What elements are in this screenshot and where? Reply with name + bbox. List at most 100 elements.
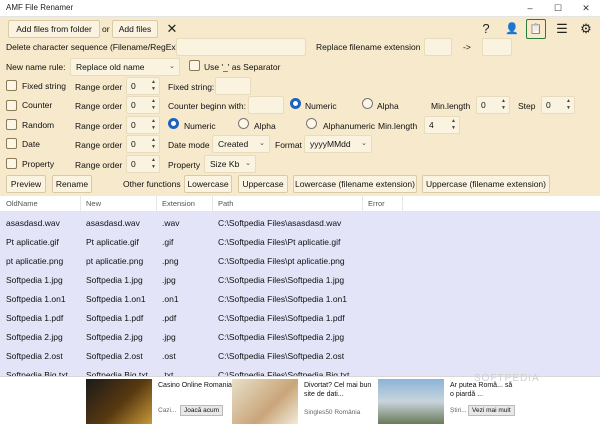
- random-min-length-stepper[interactable]: 4 ▲ ▼: [424, 116, 460, 134]
- ad3-cta-button[interactable]: Vezi mai mult: [468, 405, 515, 416]
- new-cell: Softpedia 1.jpg: [86, 275, 143, 285]
- counter-begin-input[interactable]: [248, 96, 284, 114]
- table-row[interactable]: Softpedia 2.jpg Softpedia 2.jpg .jpg C:\Sof…: [0, 328, 600, 347]
- path-cell: C:\Softpedia Files\asasdasd.wav: [218, 218, 342, 228]
- property-order-stepper[interactable]: 0 ▲ ▼: [126, 155, 160, 173]
- column-divider: [362, 196, 363, 212]
- gear-icon[interactable]: ⚙: [576, 19, 596, 39]
- add-files-from-folder-button[interactable]: Add files from folder: [8, 20, 100, 38]
- table-row[interactable]: Softpedia 1.on1 Softpedia 1.on1 .on1 C:\Sof…: [0, 290, 600, 309]
- ad2-title[interactable]: Divortat? Cel mai bun site de dati...: [304, 381, 374, 399]
- delete-sequence-label: Delete character sequence (Filename/RegE…: [6, 42, 179, 52]
- ad3-source: Știri...: [450, 407, 467, 414]
- property-select-label: Property: [168, 160, 201, 170]
- use-separator-checkbox[interactable]: [189, 60, 200, 71]
- counter-min-length-stepper[interactable]: 0 ▲ ▼: [476, 96, 510, 114]
- news-ad-image[interactable]: [378, 379, 444, 424]
- preview-button[interactable]: Preview: [6, 175, 46, 193]
- old-extension-input[interactable]: [424, 38, 452, 56]
- ad1-cta-button[interactable]: Joacă acum: [180, 405, 224, 416]
- column-header-error[interactable]: Error: [368, 199, 385, 208]
- grid-header: OldName New Extension Path Error: [0, 196, 600, 212]
- column-header-oldname[interactable]: OldName: [6, 199, 38, 208]
- random-alphanumeric-radio[interactable]: [306, 118, 317, 129]
- lowercase-extension-button[interactable]: Lowercase (filename extension): [293, 175, 417, 193]
- path-cell: C:\Softpedia Files\Softpedia 1.pdf: [218, 313, 345, 323]
- table-row[interactable]: pt aplicatie.png pt aplicatie.png .png C:\S…: [0, 252, 600, 271]
- uppercase-extension-button[interactable]: Uppercase (filename extension): [422, 175, 550, 193]
- format-select[interactable]: yyyyMMdd ⌄: [304, 135, 372, 153]
- chevron-down-icon: ⌄: [245, 160, 251, 167]
- fixed-order-stepper[interactable]: 0 ▲ ▼: [126, 77, 160, 95]
- maximize-button[interactable]: ☐: [544, 0, 572, 17]
- new-extension-input[interactable]: [482, 38, 512, 56]
- delete-sequence-input[interactable]: [176, 38, 306, 56]
- replace-extension-label: Replace filename extension: [316, 42, 421, 52]
- random-checkbox[interactable]: [6, 119, 17, 130]
- new-cell: Softpedia 1.pdf: [86, 313, 144, 323]
- fixed-string-label: Fixed string: [22, 81, 66, 91]
- list-icon[interactable]: ☰: [552, 19, 572, 39]
- path-cell: C:\Softpedia Files\pt aplicatie.png: [218, 256, 345, 266]
- ad-container[interactable]: Casino Online Romania | Cele ... Cazi...…: [82, 379, 518, 424]
- date-mode-select[interactable]: Created ⌄: [212, 135, 270, 153]
- table-row[interactable]: Softpedia 1.jpg Softpedia 1.jpg .jpg C:\Sof…: [0, 271, 600, 290]
- fixed-string-checkbox[interactable]: [6, 80, 17, 91]
- lowercase-button[interactable]: Lowercase: [184, 175, 232, 193]
- add-files-button[interactable]: Add files: [112, 20, 158, 38]
- new-cell: Softpedia 2.jpg: [86, 332, 143, 342]
- table-row[interactable]: Softpedia 2.ost Softpedia 2.ost .ost C:\Sof…: [0, 347, 600, 366]
- extension-cell: .gif: [162, 237, 174, 247]
- random-numeric-radio[interactable]: [168, 118, 179, 129]
- clear-list-icon[interactable]: ✕: [162, 19, 182, 39]
- clipboard-icon[interactable]: 📋: [526, 19, 546, 39]
- table-row[interactable]: Pt aplicatie.gif Pt aplicatie.gif .gif C:\S…: [0, 233, 600, 252]
- random-alpha-label: Alpha: [254, 121, 276, 131]
- random-alpha-radio[interactable]: [238, 118, 249, 129]
- counter-order-stepper[interactable]: 0 ▲ ▼: [126, 96, 160, 114]
- uppercase-button[interactable]: Uppercase: [238, 175, 288, 193]
- property-checkbox[interactable]: [6, 158, 17, 169]
- counter-alpha-radio[interactable]: [362, 98, 373, 109]
- file-grid[interactable]: OldName New Extension Path Error asasdas…: [0, 196, 600, 380]
- date-order-stepper[interactable]: 0 ▲ ▼: [126, 135, 160, 153]
- table-row[interactable]: asasdasd.wav asasdasd.wav .wav C:\Softpedia…: [0, 214, 600, 233]
- range-order-label: Range order: [75, 160, 123, 170]
- arrow-label: ->: [463, 42, 471, 52]
- column-header-path[interactable]: Path: [218, 199, 233, 208]
- counter-checkbox[interactable]: [6, 100, 17, 111]
- step-value: 0: [546, 100, 551, 110]
- user-icon[interactable]: 👤: [502, 19, 522, 39]
- table-row[interactable]: Softpedia 1.pdf Softpedia 1.pdf .pdf C:\Sof…: [0, 309, 600, 328]
- path-cell: C:\Softpedia Files\Pt aplicatie.gif: [218, 237, 341, 247]
- rename-button[interactable]: Rename: [52, 175, 92, 193]
- date-checkbox[interactable]: [6, 138, 17, 149]
- range-order-label: Range order: [75, 82, 123, 92]
- stepper-arrows-icon: ▲ ▼: [566, 98, 571, 111]
- minimize-button[interactable]: –: [516, 0, 544, 17]
- column-header-new[interactable]: New: [86, 199, 101, 208]
- casino-ad-image[interactable]: [86, 379, 152, 424]
- range-order-label: Range order: [75, 101, 123, 111]
- fixed-string-input[interactable]: [215, 77, 251, 95]
- counter-numeric-radio[interactable]: [290, 98, 301, 109]
- path-cell: C:\Softpedia Files\Softpedia 2.ost: [218, 351, 345, 361]
- name-rule-value: Replace old name: [76, 62, 145, 72]
- step-stepper[interactable]: 0 ▲ ▼: [541, 96, 575, 114]
- random-order-stepper[interactable]: 0 ▲ ▼: [126, 116, 160, 134]
- dating-ad-image[interactable]: [232, 379, 298, 424]
- step-label: Step: [518, 101, 536, 111]
- extension-cell: .ost: [162, 351, 176, 361]
- column-header-extension[interactable]: Extension: [162, 199, 195, 208]
- name-rule-select[interactable]: Replace old name ⌄: [70, 58, 180, 76]
- property-select[interactable]: Size Kb ⌄: [204, 155, 256, 173]
- path-cell: C:\Softpedia Files\Softpedia 1.jpg: [218, 275, 345, 285]
- oldname-cell: Pt aplicatie.gif: [6, 237, 59, 247]
- other-functions-label: Other functions: [123, 179, 181, 189]
- ad-banner[interactable]: Casino Online Romania | Cele ... Cazi...…: [0, 376, 600, 431]
- help-icon[interactable]: ?: [476, 19, 496, 39]
- stepper-arrows-icon: ▲ ▼: [151, 118, 156, 131]
- property-value: Size Kb: [210, 159, 240, 169]
- close-window-button[interactable]: ✕: [572, 0, 600, 17]
- random-alphanumeric-label: Alphanumeric: [323, 121, 375, 131]
